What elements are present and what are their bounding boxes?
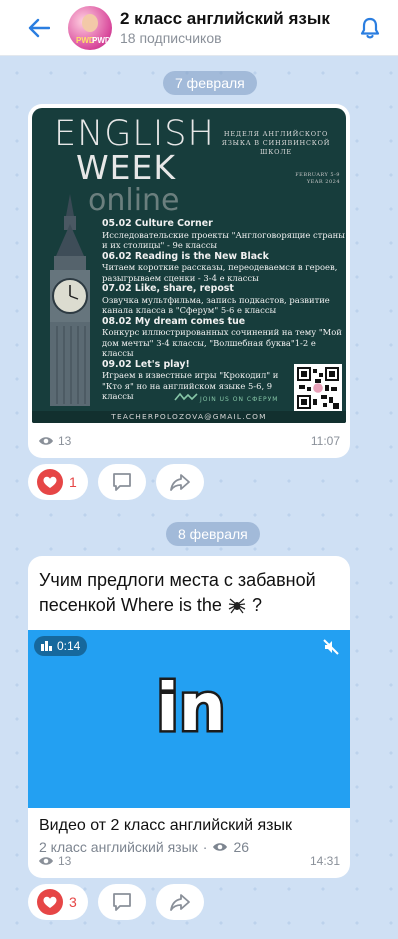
video-title: Видео от 2 класс английский язык: [39, 817, 292, 834]
eye-icon: [39, 857, 53, 865]
separator-dot: ·: [202, 839, 208, 855]
back-button[interactable]: [24, 13, 54, 43]
avatar-text-2: PWD: [92, 35, 111, 45]
date-divider: 8 февраля: [166, 522, 260, 546]
poster-year-line: YEAR 2024: [306, 179, 340, 185]
like-button[interactable]: 1: [28, 464, 88, 500]
poster-date-line: FEBRUARY 5-9: [295, 172, 340, 178]
eye-icon: [39, 437, 53, 445]
poster-title-week: WEEK: [76, 148, 176, 187]
qr-code: [294, 364, 342, 412]
post-text-body: Учим предлоги места с забавной песенкой …: [39, 570, 316, 615]
comment-button[interactable]: [98, 884, 146, 920]
audio-bars-icon: [41, 641, 52, 651]
comment-icon: [113, 473, 131, 491]
chat-feed[interactable]: 7 февраля ENGLISH WEEK online НЕДЕЛЯ АНГ…: [0, 56, 398, 939]
mute-button[interactable]: [318, 636, 344, 658]
channel-avatar[interactable]: PWD PWD: [68, 5, 112, 50]
schedule-heading: 06.02 Reading is the New Black: [102, 250, 269, 262]
in-logo: in: [154, 668, 229, 744]
share-button[interactable]: [156, 884, 204, 920]
in-logo-text: in: [156, 669, 226, 744]
schedule-description: Читаем короткие рассказы, переодеваемся …: [102, 262, 338, 283]
heart-icon: [37, 889, 63, 915]
poster-dates: FEBRUARY 5-9 YEAR 2024: [282, 172, 340, 186]
post-time: 14:31: [309, 854, 340, 868]
share-button[interactable]: [156, 464, 204, 500]
like-button[interactable]: 3: [28, 884, 88, 920]
view-count: 13: [58, 854, 72, 868]
video-player[interactable]: 0:14 in: [28, 630, 350, 808]
video-duration-badge: 0:14: [34, 636, 88, 656]
poster-title-english: ENGLISH: [54, 114, 215, 154]
back-arrow-icon: [28, 18, 50, 37]
heart-icon: [37, 469, 63, 495]
share-icon: [170, 474, 190, 491]
comment-icon: [113, 893, 131, 911]
bell-icon: [360, 17, 380, 38]
date-divider: 7 февраля: [163, 71, 257, 95]
eye-icon: [213, 843, 228, 851]
avatar-face: [82, 13, 98, 32]
post-views: 13: [38, 854, 71, 868]
poster-school-text: НЕДЕЛЯ АНГЛИЙСКОГО ЯЗЫКА В СИНЯВИНСКОЙ Ш…: [221, 130, 331, 156]
schedule-heading: 05.02 Culture Corner: [102, 218, 213, 229]
sferum-logo-icon: [174, 392, 198, 401]
post-reactions: 1: [28, 464, 204, 500]
big-ben-illustration: [50, 194, 90, 406]
post-text-end: ?: [251, 595, 262, 615]
schedule-heading: 07.02 Like, share, repost: [102, 283, 234, 294]
like-count: 1: [69, 474, 77, 490]
post-reactions: 3: [28, 884, 204, 920]
poster-join-text: JOIN US ON СФЕРУМ: [200, 396, 279, 403]
channel-info[interactable]: 2 класс английский язык 18 подписчиков: [120, 9, 356, 47]
subscriber-count: 18 подписчиков: [120, 29, 222, 46]
spider-icon: [228, 598, 246, 614]
schedule-description: Озвучка мультфильма, запись подкастов, р…: [102, 294, 330, 316]
view-count: 13: [58, 434, 72, 448]
poster-title-online: online: [88, 183, 180, 218]
qr-code-graphic: [297, 367, 339, 409]
channel-title: 2 класс английский язык: [120, 8, 330, 28]
schedule-description: Исследовательские проекты "Англоговорящи…: [102, 229, 345, 251]
share-icon: [170, 894, 190, 911]
mute-icon: [323, 639, 339, 655]
channel-header: PWD PWD 2 класс английский язык 18 подпи…: [0, 0, 398, 56]
schedule-description: Конкурс иллюстрированных сочинений на те…: [102, 327, 342, 358]
english-week-poster[interactable]: ENGLISH WEEK online НЕДЕЛЯ АНГЛИЙСКОГО Я…: [32, 108, 346, 423]
video-duration: 0:14: [57, 639, 81, 653]
like-count: 3: [69, 894, 77, 910]
post-bubble[interactable]: Учим предлоги места с забавной песенкой …: [28, 556, 350, 878]
post-views: 13: [38, 434, 71, 448]
comment-button[interactable]: [98, 464, 146, 500]
poster-email: TEACHERPOLOZOVA@GMAIL.COM: [32, 411, 346, 423]
post-bubble[interactable]: ENGLISH WEEK online НЕДЕЛЯ АНГЛИЙСКОГО Я…: [28, 104, 350, 458]
notifications-button[interactable]: [356, 14, 384, 42]
schedule-heading: 08.02 My dream comes tue: [102, 315, 246, 327]
post-time: 11:07: [310, 434, 340, 448]
video-views: 26: [233, 839, 250, 855]
post-text: Учим предлоги места с забавной песенкой …: [39, 568, 339, 618]
